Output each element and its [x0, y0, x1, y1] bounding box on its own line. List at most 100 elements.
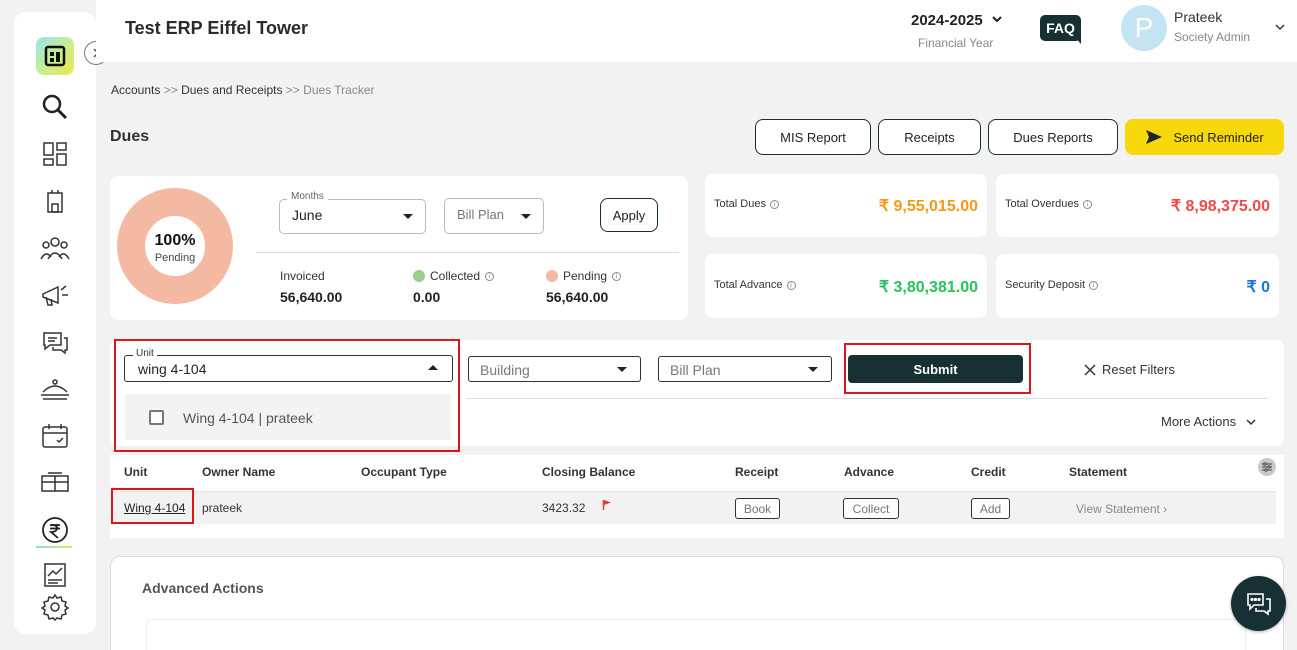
breadcrumb-dues-tracker: Dues Tracker — [303, 83, 375, 97]
total-advance-label: Total Advance i — [714, 279, 796, 291]
reset-filters-label: Reset Filters — [1102, 362, 1175, 377]
app-logo-icon[interactable] — [36, 37, 74, 75]
info-icon[interactable]: i — [1089, 280, 1099, 290]
breadcrumb-separator: >> — [163, 83, 178, 97]
collected-label-text: Collected — [430, 269, 481, 283]
dues-reports-button[interactable]: Dues Reports — [988, 119, 1118, 155]
total-advance-label-text: Total Advance — [714, 279, 783, 291]
close-icon — [1084, 363, 1096, 376]
donut-percent: 100% — [154, 232, 196, 249]
total-dues-label: Total Dues i — [714, 198, 779, 210]
months-value: June — [292, 207, 323, 223]
financial-year-selector[interactable]: 2024-2025 — [911, 12, 983, 29]
total-dues-value: ₹ 9,55,015.00 — [878, 198, 978, 215]
breadcrumb-separator: >> — [285, 83, 300, 97]
more-actions-button[interactable]: More Actions — [1161, 414, 1256, 429]
filter-bill-plan-placeholder: Bill Plan — [670, 362, 721, 378]
mis-report-button[interactable]: MIS Report — [755, 119, 871, 155]
reports-icon[interactable] — [40, 560, 70, 590]
total-advance-value: ₹ 3,80,381.00 — [878, 279, 978, 296]
closing-balance-cell: 3423.32 — [542, 501, 586, 515]
page-title: Dues — [110, 128, 150, 145]
info-icon[interactable]: i — [612, 271, 622, 281]
send-reminder-button[interactable]: Send Reminder — [1125, 119, 1284, 155]
pending-dot-icon — [546, 270, 558, 282]
pending-label-text: Pending — [563, 269, 608, 283]
advanced-actions-title: Advanced Actions — [142, 580, 264, 596]
invoiced-value: 56,640.00 — [280, 289, 343, 305]
building-placeholder: Building — [480, 362, 530, 378]
building-caret-icon — [617, 367, 627, 372]
collected-dot-icon — [413, 270, 425, 282]
info-icon[interactable]: i — [769, 199, 779, 209]
settings-icon[interactable] — [40, 592, 70, 622]
collected-label: Collected i — [413, 269, 495, 283]
send-reminder-label: Send Reminder — [1173, 129, 1264, 145]
owner-name-cell: prateek — [202, 501, 243, 515]
chat-bubble-icon — [1246, 592, 1271, 616]
building-icon[interactable] — [40, 186, 70, 216]
security-deposit-label-text: Security Deposit — [1005, 279, 1086, 291]
info-icon[interactable]: i — [1082, 199, 1092, 209]
parking-icon[interactable] — [40, 468, 70, 498]
unit-filter-highlight — [114, 339, 460, 452]
user-menu-chevron-icon[interactable] — [1274, 23, 1286, 33]
chevron-down-icon[interactable] — [991, 15, 1003, 25]
donut-label: Pending — [154, 252, 196, 264]
months-caret-icon — [403, 214, 413, 219]
filter-bill-plan-caret-icon — [808, 367, 818, 372]
invoiced-label: Invoiced — [280, 269, 325, 283]
info-icon[interactable]: i — [786, 280, 796, 290]
apply-button[interactable]: Apply — [600, 198, 658, 232]
total-overdues-label: Total Overdues i — [1005, 198, 1092, 210]
total-dues-card: Total Dues i ₹ 9,55,015.00 — [705, 174, 987, 237]
column-header-credit: Credit — [971, 465, 1006, 479]
calendar-icon[interactable] — [40, 421, 70, 451]
months-label: Months — [287, 191, 328, 202]
summary-bill-plan-placeholder: Bill Plan — [457, 207, 504, 222]
summary-divider — [256, 252, 679, 253]
column-header-advance: Advance — [844, 465, 895, 479]
advanced-actions-panel — [146, 619, 1246, 650]
info-icon[interactable]: i — [485, 271, 495, 281]
dashboard-icon[interactable] — [40, 139, 70, 169]
facility-icon[interactable] — [40, 374, 70, 404]
chat-support-button[interactable] — [1231, 576, 1286, 631]
active-nav-indicator — [36, 546, 72, 548]
announcement-icon[interactable] — [40, 280, 70, 310]
column-header-statement: Statement — [1069, 465, 1128, 479]
total-overdues-label-text: Total Overdues — [1005, 198, 1079, 210]
column-settings-icon[interactable] — [1258, 458, 1276, 476]
top-header: Test ERP Eiffel Tower 2024-2025 Financia… — [96, 0, 1297, 62]
reset-filters-button[interactable]: Reset Filters — [1084, 362, 1175, 377]
flag-icon — [602, 500, 611, 510]
send-icon — [1146, 130, 1163, 144]
column-header-owner: Owner Name — [202, 465, 276, 479]
security-deposit-label: Security Deposit i — [1005, 279, 1099, 291]
invoiced-label-text: Invoiced — [280, 269, 325, 283]
search-icon[interactable] — [40, 92, 70, 122]
add-credit-button[interactable]: Add — [971, 498, 1010, 519]
members-icon[interactable] — [40, 233, 70, 263]
collect-advance-button[interactable]: Collect — [843, 498, 899, 519]
breadcrumb-dues-and-receipts[interactable]: Dues and Receipts — [181, 83, 282, 97]
sidebar — [14, 12, 96, 634]
rupee-icon[interactable] — [40, 515, 70, 545]
more-actions-label: More Actions — [1161, 414, 1237, 429]
column-header-occupant-type: Occupant Type — [361, 465, 447, 479]
avatar[interactable]: P — [1121, 5, 1167, 51]
user-role: Society Admin — [1174, 30, 1251, 44]
breadcrumb-accounts[interactable]: Accounts — [111, 83, 160, 97]
column-header-closing-balance: Closing Balance — [542, 465, 636, 479]
financial-year-label: Financial Year — [918, 36, 994, 50]
chat-icon[interactable] — [40, 327, 70, 357]
app-title: Test ERP Eiffel Tower — [125, 18, 309, 38]
total-dues-label-text: Total Dues — [714, 198, 766, 210]
submit-highlight — [844, 343, 1031, 394]
book-receipt-button[interactable]: Book — [735, 498, 780, 519]
faq-bubble-tail — [1074, 36, 1081, 44]
receipts-button[interactable]: Receipts — [878, 119, 981, 155]
view-statement-link[interactable]: View Statement › — [1076, 502, 1167, 516]
filter-divider — [466, 398, 1268, 399]
pending-value: 56,640.00 — [546, 289, 609, 305]
